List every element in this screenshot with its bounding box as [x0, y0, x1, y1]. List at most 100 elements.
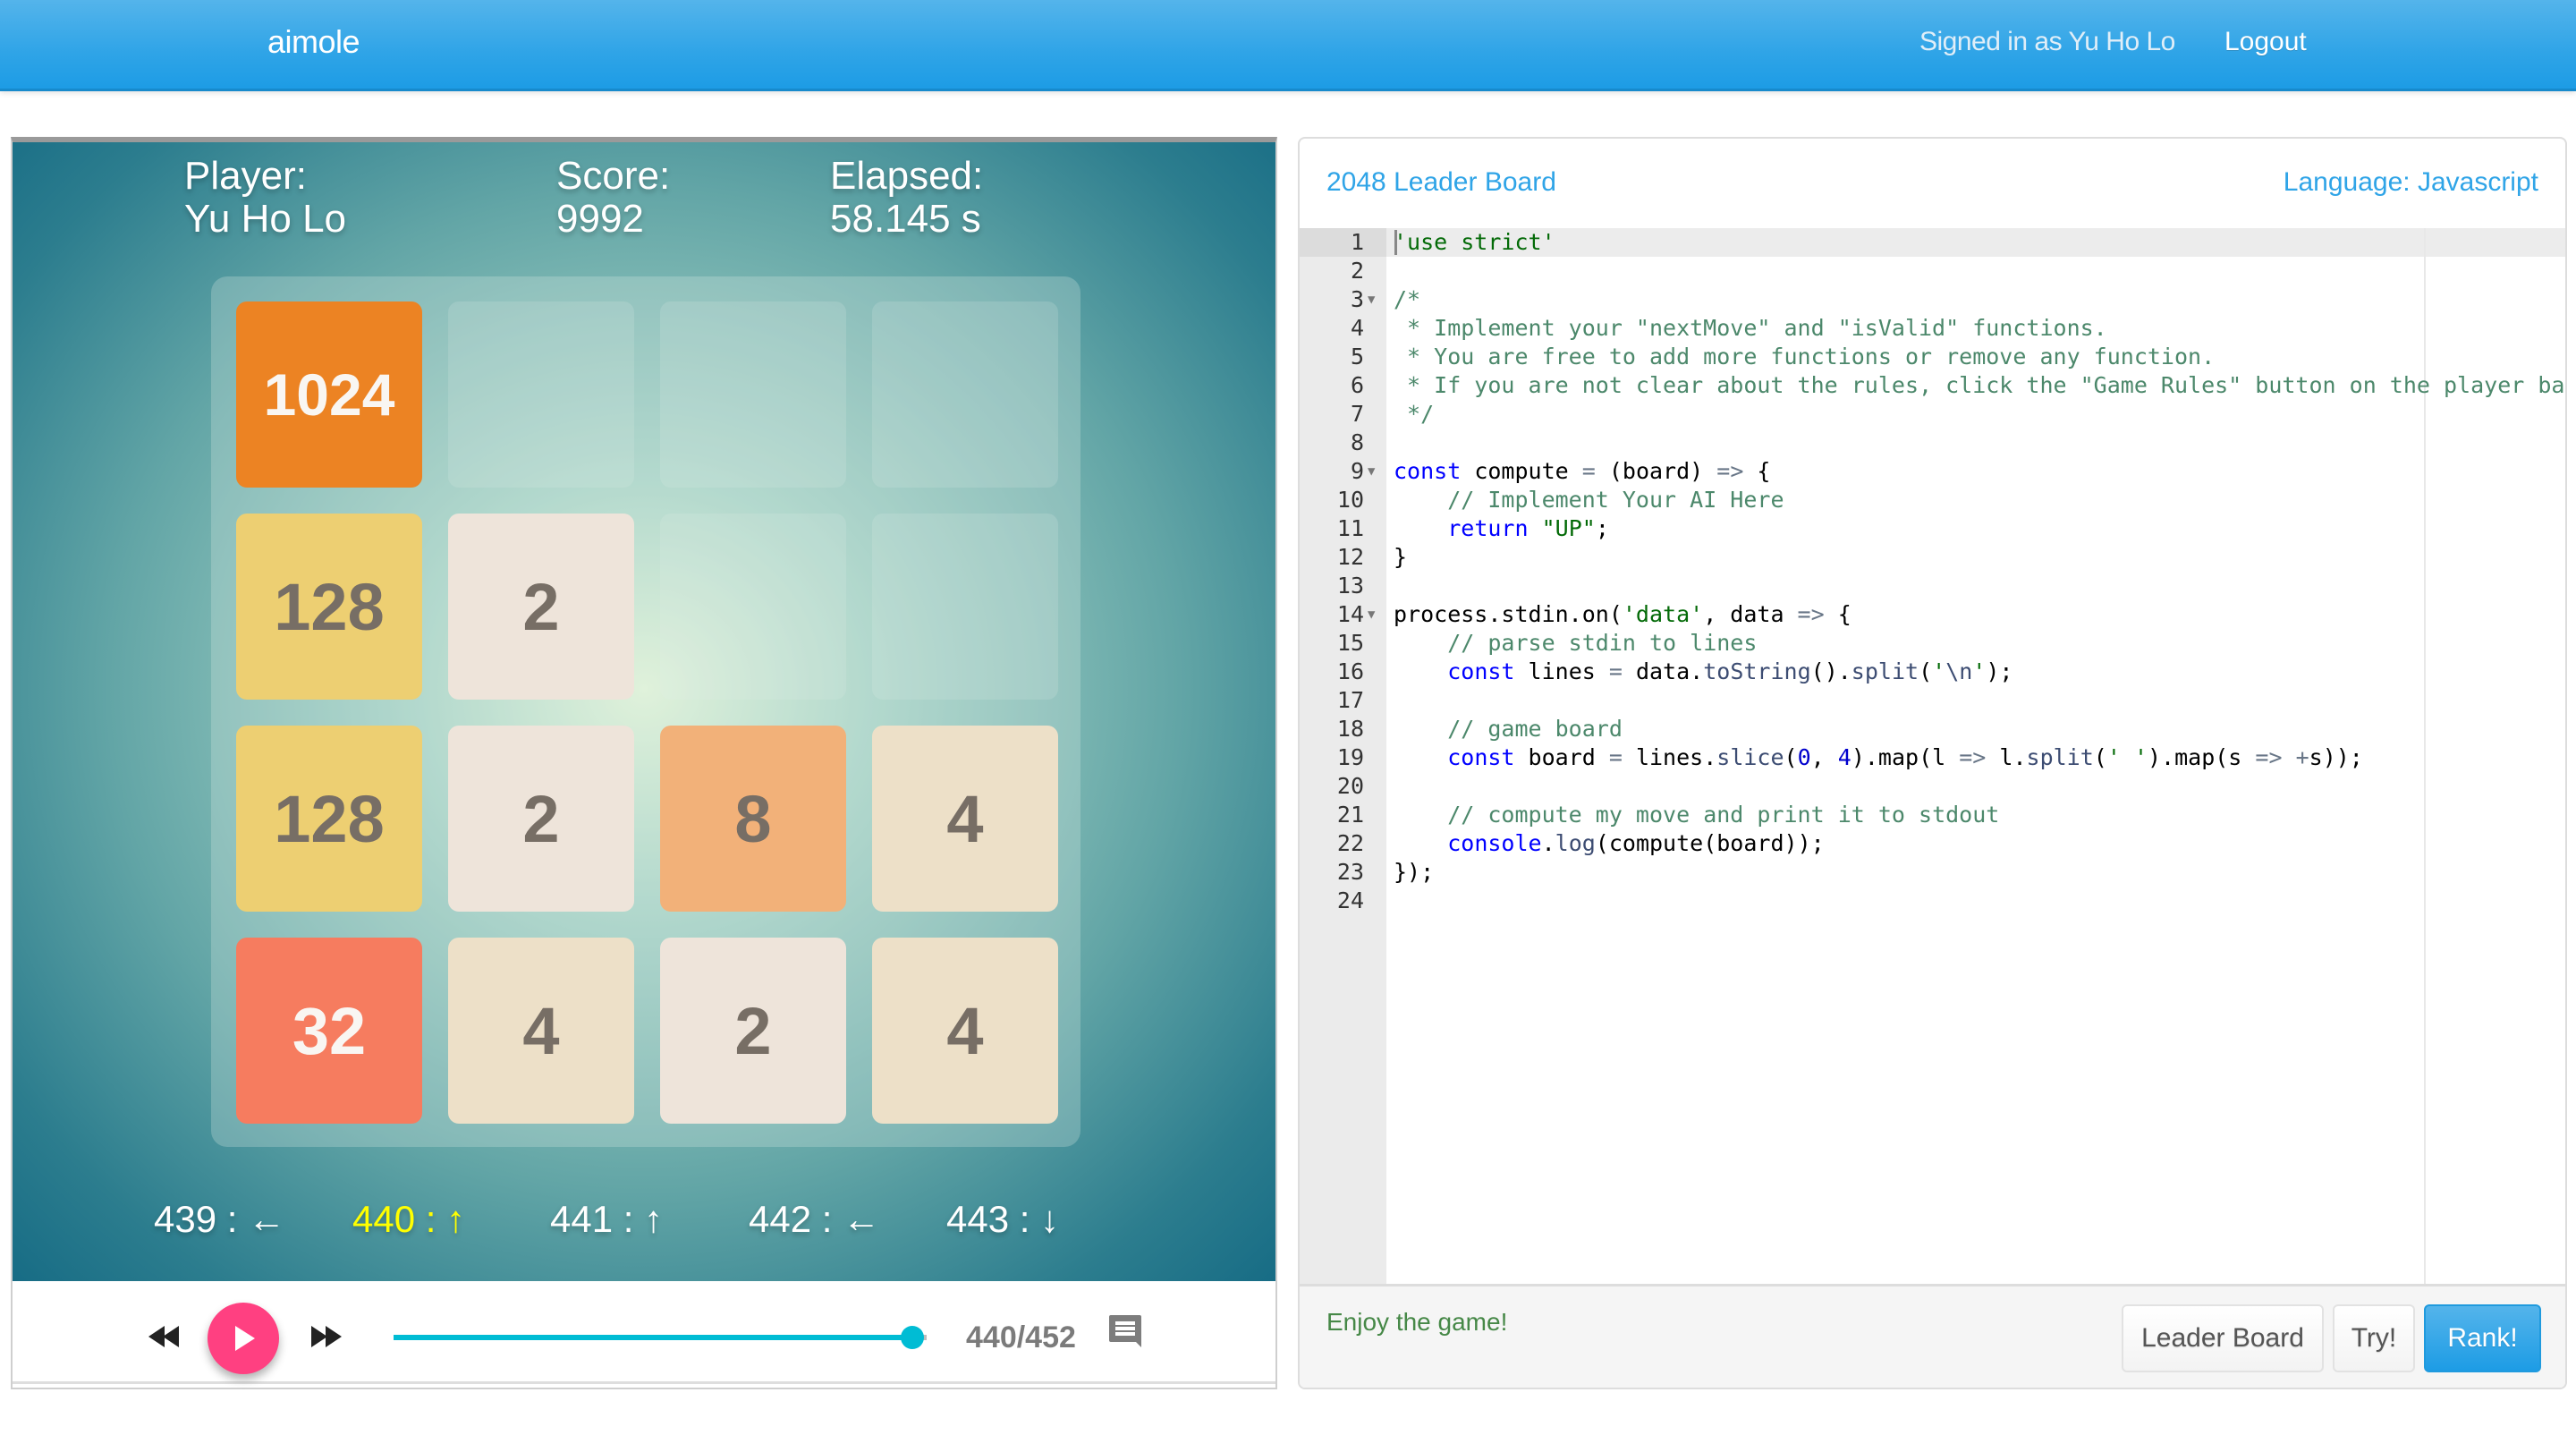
line-number: 19 [1336, 744, 1364, 770]
rewind-icon[interactable] [148, 1326, 181, 1347]
line-number: 3 [1350, 286, 1364, 312]
code-text: console.log(compute(board)); [1447, 830, 1825, 856]
line-number: 17 [1336, 687, 1364, 713]
player-label: Player: [184, 154, 307, 198]
elapsed-stat: Elapsed: 58.145 s [830, 155, 983, 241]
line-number: 8 [1350, 429, 1364, 455]
score-label: Score: [556, 154, 671, 198]
tile-1024: 1024 [236, 301, 422, 488]
code-text: // compute my move and print it to stdou… [1447, 802, 2000, 828]
code-text: const lines = data.toString().split('\n'… [1447, 658, 2013, 684]
move-item[interactable]: 442 : ← [749, 1198, 880, 1241]
line-number: 12 [1336, 544, 1364, 570]
fold-arrow-icon[interactable]: ▼ [1368, 457, 1375, 486]
brand-logo[interactable]: aimole [267, 23, 360, 61]
line-number: 10 [1336, 487, 1364, 513]
tile-2: 2 [660, 938, 846, 1124]
fold-arrow-icon[interactable]: ▼ [1368, 285, 1375, 314]
tile-4: 4 [872, 726, 1058, 912]
code-text: 'use strict' [1394, 229, 1555, 255]
line-number: 20 [1336, 773, 1364, 799]
navbar: aimole Signed in as Yu Ho Lo Logout [0, 0, 2576, 91]
tile-2: 2 [448, 514, 634, 700]
fold-arrow-icon[interactable]: ▼ [1368, 600, 1375, 629]
line-number: 14 [1336, 601, 1364, 627]
code-text: /* [1394, 286, 1421, 312]
line-number: 2 [1350, 258, 1364, 284]
code-text: const compute = (board) => { [1394, 458, 1771, 484]
code-text: */ [1394, 401, 1435, 427]
fast-forward-icon[interactable] [309, 1326, 342, 1347]
code-editor[interactable]: 1'use strict' 2 3 ▼/* 4 * Implement your "ne… [1300, 228, 2565, 1284]
tile-2: 2 [448, 726, 634, 912]
logout-link[interactable]: Logout [2224, 27, 2307, 57]
leader-board-title[interactable]: 2048 Leader Board [1326, 167, 1556, 198]
line-number: 15 [1336, 630, 1364, 656]
code-text: } [1394, 544, 1408, 570]
move-item[interactable]: 439 : ← [154, 1198, 285, 1241]
code-text: // Implement Your AI Here [1447, 487, 1784, 513]
line-number: 13 [1336, 573, 1364, 599]
line-number: 4 [1350, 315, 1364, 341]
line-number: 23 [1336, 859, 1364, 885]
move-item-current[interactable]: 440 : ↑ [352, 1198, 465, 1241]
tile-32: 32 [236, 938, 422, 1124]
player-stat: Player: Yu Ho Lo [184, 155, 346, 241]
code-text: return "UP"; [1447, 515, 1609, 541]
tile-4: 4 [872, 938, 1058, 1124]
try-button[interactable]: Try! [2333, 1304, 2415, 1372]
status-message: Enjoy the game! [1326, 1308, 1508, 1336]
tile-128: 128 [236, 514, 422, 700]
line-number: 21 [1336, 802, 1364, 828]
step-counter: 440/452 [966, 1320, 1076, 1354]
player-value: Yu Ho Lo [184, 197, 347, 241]
game-board-area: Player: Yu Ho Lo Score: 9992 Elapsed: 58… [13, 142, 1275, 1281]
progress-thumb[interactable] [901, 1326, 925, 1349]
editor-panel: 2048 Leader Board Language: Javascript 1… [1298, 137, 2567, 1389]
tile-4: 4 [448, 938, 634, 1124]
line-number: 9 [1350, 458, 1364, 484]
code-text: * Implement your "nextMove" and "isValid… [1394, 315, 2107, 341]
empty-cell [660, 514, 846, 700]
editor-footer: Enjoy the game! Leader Board Try! Rank! [1300, 1284, 2565, 1388]
score-stat: Score: 9992 [556, 155, 670, 241]
code-text: * You are free to add more functions or … [1394, 344, 2216, 369]
tile-128: 128 [236, 726, 422, 912]
progress-fill [394, 1335, 913, 1340]
tile-grid: 1024 128 2 128 2 8 4 32 4 2 4 [211, 276, 1080, 1147]
score-value: 9992 [556, 197, 644, 241]
line-number: 6 [1350, 372, 1364, 398]
code-text: const board = lines.slice(0, 4).map(l =>… [1447, 744, 2363, 770]
code-text: // game board [1447, 716, 1623, 742]
play-button[interactable] [208, 1303, 279, 1374]
language-selector[interactable]: Language: Javascript [2284, 167, 2538, 198]
text-cursor [1394, 230, 1397, 255]
empty-cell [872, 301, 1058, 488]
rank-button[interactable]: Rank! [2424, 1304, 2541, 1372]
tile-8: 8 [660, 726, 846, 912]
replay-player-bar: 440/452 [13, 1281, 1275, 1384]
comment-icon[interactable] [1107, 1313, 1143, 1349]
line-number: 18 [1336, 716, 1364, 742]
progress-slider[interactable] [394, 1326, 927, 1349]
game-panel: Player: Yu Ho Lo Score: 9992 Elapsed: 58… [11, 137, 1277, 1389]
elapsed-value: 58.145 s [830, 197, 981, 241]
line-number: 22 [1336, 830, 1364, 856]
elapsed-label: Elapsed: [830, 154, 984, 198]
line-number: 5 [1350, 344, 1364, 369]
line-number: 7 [1350, 401, 1364, 427]
code-text: process.stdin.on('data', data => { [1394, 601, 1852, 627]
signed-in-label: Signed in as Yu Ho Lo [1919, 27, 2175, 56]
line-number: 24 [1336, 887, 1364, 913]
line-number: 1 [1350, 229, 1364, 255]
empty-cell [660, 301, 846, 488]
empty-cell [872, 514, 1058, 700]
leader-board-button[interactable]: Leader Board [2122, 1304, 2324, 1372]
move-history: 439 : ← 440 : ↑ 441 : ↑ 442 : ← 443 : ↓ [13, 1198, 1275, 1261]
empty-cell [448, 301, 634, 488]
code-text: * If you are not clear about the rules, … [1394, 372, 2567, 398]
line-number: 11 [1336, 515, 1364, 541]
move-item[interactable]: 443 : ↓ [946, 1198, 1059, 1241]
move-item[interactable]: 441 : ↑ [550, 1198, 663, 1241]
code-text: // parse stdin to lines [1447, 630, 1758, 656]
